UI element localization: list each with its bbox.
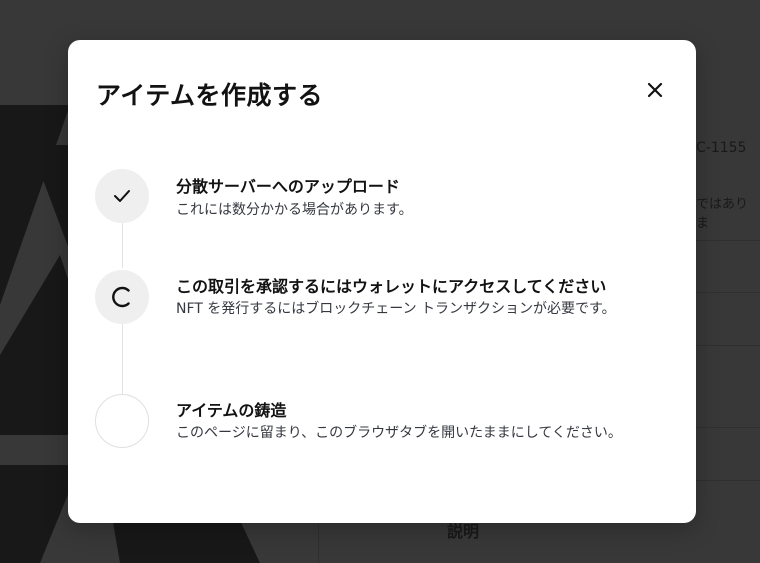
step-2-status-indicator bbox=[95, 270, 149, 324]
step-1-description: これには数分かかる場合があります。 bbox=[176, 202, 413, 218]
step-1-title: 分散サーバーへのアップロード bbox=[176, 177, 400, 196]
close-icon bbox=[647, 82, 663, 98]
step-connector bbox=[122, 324, 123, 394]
step-3-status-indicator bbox=[95, 394, 149, 448]
step-1-status-indicator bbox=[95, 169, 149, 223]
step-2-description: NFT を発行するにはブロックチェーン トランザクションが必要です。 bbox=[176, 301, 616, 317]
step-3-description: このページに留まり、このブラウザタブを開いたままにしてください。 bbox=[176, 425, 622, 441]
step-2-title: この取引を承認するにはウォレットにアクセスしてください bbox=[176, 277, 607, 296]
spinner-icon bbox=[112, 286, 130, 308]
step-connector bbox=[122, 223, 123, 268]
create-item-modal: アイテムを作成する 分散サーバーへのアップロード これには数分かかる場合がありま… bbox=[68, 40, 696, 523]
close-button[interactable] bbox=[642, 77, 668, 103]
step-3-title: アイテムの鋳造 bbox=[176, 401, 287, 420]
modal-title: アイテムを作成する bbox=[96, 81, 324, 110]
check-icon bbox=[114, 190, 130, 202]
